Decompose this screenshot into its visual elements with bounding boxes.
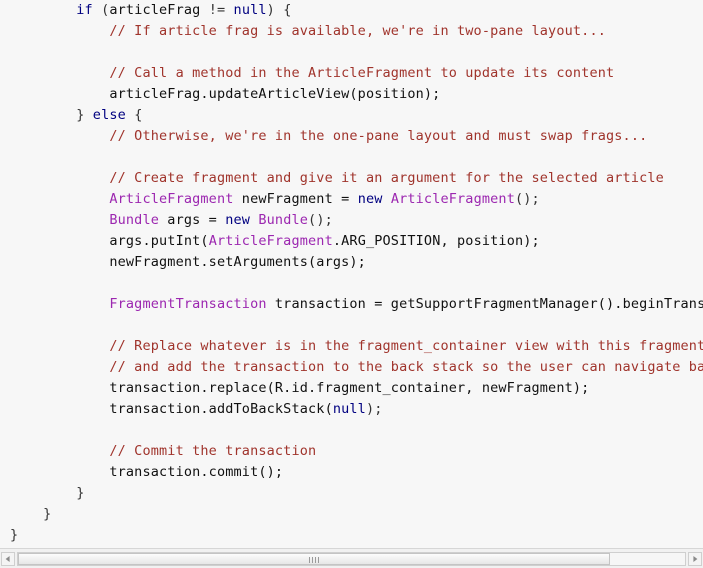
code-line: ArticleFragment newFragment = new Articl… bbox=[0, 189, 703, 210]
code-line: newFragment.setArguments(args); bbox=[0, 252, 703, 273]
code-token: ArticleFragment bbox=[109, 191, 234, 207]
code-line: args.putInt(ArticleFragment.ARG_POSITION… bbox=[0, 231, 703, 252]
code-token: { bbox=[125, 107, 143, 123]
code-token: transaction.replace(R.id.fragment_contai… bbox=[109, 380, 590, 396]
code-token: // Create fragment and give it an argume… bbox=[109, 170, 664, 186]
code-line: // Create fragment and give it an argume… bbox=[0, 168, 703, 189]
code-token: new bbox=[357, 191, 383, 207]
code-line: Bundle args = new Bundle(); bbox=[0, 210, 703, 231]
code-token: Bundle bbox=[109, 212, 160, 228]
code-line: } bbox=[0, 483, 703, 504]
code-token: else bbox=[92, 107, 126, 123]
code-token: } bbox=[76, 485, 85, 501]
scroll-left-button[interactable] bbox=[1, 552, 15, 566]
code-line: transaction.replace(R.id.fragment_contai… bbox=[0, 378, 703, 399]
code-line: if (articleFrag != null) { bbox=[0, 0, 703, 21]
code-viewer: if (articleFrag != null) { // If article… bbox=[0, 0, 703, 568]
code-line: articleFrag.updateArticleView(position); bbox=[0, 84, 703, 105]
code-line: // Replace whatever is in the fragment_c… bbox=[0, 336, 703, 357]
code-line: FragmentTransaction transaction = getSup… bbox=[0, 294, 703, 315]
code-line: // Otherwise, we're in the one-pane layo… bbox=[0, 126, 703, 147]
grip-dots-icon bbox=[309, 557, 319, 563]
code-token: } bbox=[10, 527, 19, 543]
code-token: new bbox=[225, 212, 251, 228]
code-token: if bbox=[76, 2, 93, 18]
code-line: // and add the transaction to the back s… bbox=[0, 357, 703, 378]
code-line: } bbox=[0, 504, 703, 525]
code-block[interactable]: if (articleFrag != null) { // If article… bbox=[0, 0, 703, 548]
code-token: // Call a method in the ArticleFragment … bbox=[109, 65, 615, 81]
code-token: FragmentTransaction bbox=[109, 296, 267, 312]
horizontal-scrollbar[interactable] bbox=[0, 548, 703, 568]
code-token: } bbox=[76, 107, 93, 123]
code-token: newFragment = bbox=[233, 191, 358, 207]
code-token: ) { bbox=[266, 2, 292, 18]
code-token: != bbox=[200, 2, 234, 18]
code-token: (); bbox=[308, 212, 333, 228]
code-token: args.putInt( bbox=[109, 233, 209, 249]
code-token: ( bbox=[92, 2, 110, 18]
code-token: // Otherwise, we're in the one-pane layo… bbox=[109, 128, 648, 144]
code-line: transaction.addToBackStack(null); bbox=[0, 399, 703, 420]
code-token: newFragment.setArguments(args); bbox=[109, 254, 366, 270]
scrollbar-thumb[interactable] bbox=[18, 553, 610, 565]
code-token: ); bbox=[365, 401, 383, 417]
code-token: articleFrag bbox=[109, 2, 201, 18]
code-token: ArticleFragment bbox=[390, 191, 515, 207]
scroll-right-button[interactable] bbox=[688, 552, 702, 566]
code-token: ArticleFragment bbox=[208, 233, 333, 249]
code-line: // If article frag is available, we're i… bbox=[0, 21, 703, 42]
code-line: } bbox=[0, 525, 703, 546]
triangle-right-icon bbox=[693, 556, 698, 562]
code-token: // Commit the transaction bbox=[109, 443, 317, 459]
code-token: transaction.addToBackStack( bbox=[109, 401, 333, 417]
code-token: // Replace whatever is in the fragment_c… bbox=[109, 338, 703, 354]
code-token: // and add the transaction to the back s… bbox=[109, 359, 703, 375]
scrollbar-track[interactable] bbox=[17, 552, 686, 566]
code-token: } bbox=[43, 506, 52, 522]
code-token: .ARG_POSITION, position); bbox=[332, 233, 540, 249]
code-line: transaction.commit(); bbox=[0, 462, 703, 483]
code-line: // Call a method in the ArticleFragment … bbox=[0, 63, 703, 84]
code-token: transaction.commit(); bbox=[109, 464, 284, 480]
code-token: Bundle bbox=[258, 212, 309, 228]
code-line: // Commit the transaction bbox=[0, 441, 703, 462]
code-token: (); bbox=[514, 191, 540, 207]
code-token: null bbox=[332, 401, 366, 417]
code-token: // If article frag is available, we're i… bbox=[109, 23, 607, 39]
code-token: transaction = getSupportFragmentManager(… bbox=[266, 296, 703, 312]
code-token: args = bbox=[159, 212, 226, 228]
code-line: } else { bbox=[0, 105, 703, 126]
code-token: articleFrag.updateArticleView(position); bbox=[109, 86, 441, 102]
code-token: null bbox=[233, 2, 267, 18]
triangle-left-icon bbox=[5, 556, 10, 562]
